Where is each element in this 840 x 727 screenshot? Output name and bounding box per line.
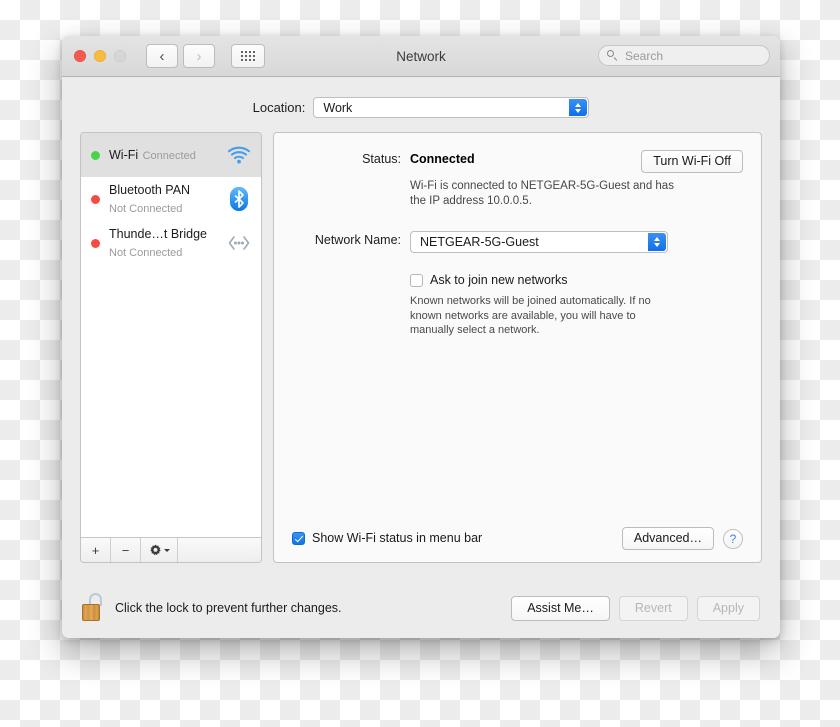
apply-button[interactable]: Apply bbox=[696, 595, 760, 621]
service-name: Bluetooth PAN bbox=[109, 183, 191, 197]
minus-icon: − bbox=[121, 542, 130, 558]
show-all-button[interactable] bbox=[231, 44, 265, 68]
footer-buttons: Assist Me… Revert Apply bbox=[511, 595, 760, 621]
service-list: Wi-Fi Connected Bluetooth PAN Not Connec… bbox=[81, 133, 261, 537]
show-all-grid-icon bbox=[241, 51, 255, 61]
chevron-right-icon: › bbox=[196, 47, 202, 65]
gear-icon bbox=[149, 543, 161, 555]
assist-me-button[interactable]: Assist Me… bbox=[511, 595, 610, 621]
window-footer: Click the lock to prevent further change… bbox=[62, 578, 780, 638]
service-actions-button[interactable] bbox=[141, 538, 178, 562]
forward-button[interactable]: › bbox=[183, 44, 215, 68]
show-status-checkbox-row[interactable]: Show Wi-Fi status in menu bar bbox=[292, 531, 482, 546]
help-button[interactable]: ? bbox=[723, 528, 743, 549]
network-name-popup-button[interactable]: NETGEAR-5G-Guest bbox=[410, 231, 668, 253]
location-value: Work bbox=[323, 100, 353, 115]
service-state: Connected bbox=[142, 150, 196, 162]
window-controls bbox=[74, 50, 126, 62]
chevron-down-icon bbox=[163, 548, 170, 552]
wifi-icon bbox=[226, 142, 252, 168]
minimize-button[interactable] bbox=[94, 50, 106, 62]
ask-to-join-description: Known networks will be joined automatica… bbox=[410, 295, 651, 336]
ask-to-join-checkbox[interactable] bbox=[410, 274, 423, 287]
thunderbolt-bridge-icon bbox=[226, 230, 252, 256]
location-stepper-icon bbox=[569, 99, 588, 116]
service-name: Thunde…t Bridge bbox=[109, 227, 207, 241]
toggle-wifi-button[interactable]: Turn Wi-Fi Off bbox=[641, 150, 743, 173]
navigation-buttons: ‹ › bbox=[146, 44, 215, 68]
chevron-left-icon: ‹ bbox=[159, 47, 165, 65]
location-popup-button[interactable]: Work bbox=[313, 97, 590, 118]
status-description: Wi-Fi is connected to NETGEAR-5G-Guest a… bbox=[410, 180, 674, 207]
network-name-value: NETGEAR-5G-Guest bbox=[420, 235, 539, 249]
service-state: Not Connected bbox=[109, 247, 183, 259]
close-button[interactable] bbox=[74, 50, 86, 62]
status-row: Status: Connected Turn Wi-Fi Off Wi-Fi i… bbox=[292, 150, 743, 209]
remove-service-button[interactable]: − bbox=[111, 538, 141, 562]
status-value: Connected bbox=[410, 152, 475, 166]
service-name: Wi-Fi bbox=[109, 148, 139, 162]
ask-to-join-spacer bbox=[292, 273, 410, 338]
search-input[interactable] bbox=[623, 47, 761, 64]
sidebar-item-bluetooth-pan[interactable]: Bluetooth PAN Not Connected bbox=[81, 177, 261, 221]
revert-button[interactable]: Revert bbox=[618, 595, 688, 621]
panel-actions: Advanced… ? bbox=[621, 527, 743, 550]
sidebar-item-wifi[interactable]: Wi-Fi Connected bbox=[81, 133, 261, 177]
panel-spacer bbox=[292, 340, 743, 528]
status-label: Status: bbox=[362, 152, 401, 166]
add-service-button[interactable]: + bbox=[81, 538, 111, 562]
plus-icon: + bbox=[91, 542, 100, 558]
show-status-label: Show Wi-Fi status in menu bar bbox=[312, 531, 483, 545]
ask-to-join-checkbox-row[interactable]: Ask to join new networks bbox=[410, 273, 743, 288]
advanced-button[interactable]: Advanced… bbox=[621, 527, 714, 550]
search-icon bbox=[607, 50, 618, 61]
network-name-stepper-icon bbox=[648, 233, 666, 251]
service-list-panel: Wi-Fi Connected Bluetooth PAN Not Connec… bbox=[80, 132, 262, 563]
location-row: Location: Work bbox=[80, 77, 762, 132]
sidebar-item-thunderbolt-bridge[interactable]: Thunde…t Bridge Not Connected bbox=[81, 221, 261, 265]
window-content: Location: Work Wi-Fi Connected Bluetooth… bbox=[62, 77, 780, 578]
zoom-button[interactable] bbox=[114, 50, 126, 62]
network-name-row: Network Name: NETGEAR-5G-Guest bbox=[292, 231, 743, 253]
network-name-label: Network Name: bbox=[314, 233, 401, 247]
toolbar-filler bbox=[178, 538, 261, 562]
lock-hint-text: Click the lock to prevent further change… bbox=[115, 601, 342, 615]
bluetooth-icon bbox=[226, 186, 252, 212]
search-field[interactable] bbox=[598, 45, 770, 66]
unlocked-padlock-icon[interactable] bbox=[82, 593, 104, 623]
panel-bottom-row: Show Wi-Fi status in menu bar Advanced… … bbox=[292, 527, 743, 550]
show-status-checkbox[interactable] bbox=[292, 532, 305, 545]
location-label: Location: bbox=[252, 100, 306, 115]
ask-to-join-row: Ask to join new networks Known networks … bbox=[292, 273, 743, 338]
service-list-toolbar: + − bbox=[81, 537, 261, 562]
wifi-settings-panel: Status: Connected Turn Wi-Fi Off Wi-Fi i… bbox=[273, 132, 762, 563]
status-dot-connected bbox=[91, 150, 100, 160]
network-preferences-window: ‹ › Network Location: Work bbox=[62, 36, 780, 638]
service-state: Not Connected bbox=[109, 203, 183, 215]
back-button[interactable]: ‹ bbox=[146, 44, 178, 68]
window-titlebar: ‹ › Network bbox=[62, 36, 780, 77]
ask-to-join-label: Ask to join new networks bbox=[430, 273, 568, 287]
status-dot-disconnected bbox=[91, 194, 100, 204]
panels-container: Wi-Fi Connected Bluetooth PAN Not Connec… bbox=[80, 132, 762, 578]
status-dot-disconnected bbox=[91, 238, 100, 248]
